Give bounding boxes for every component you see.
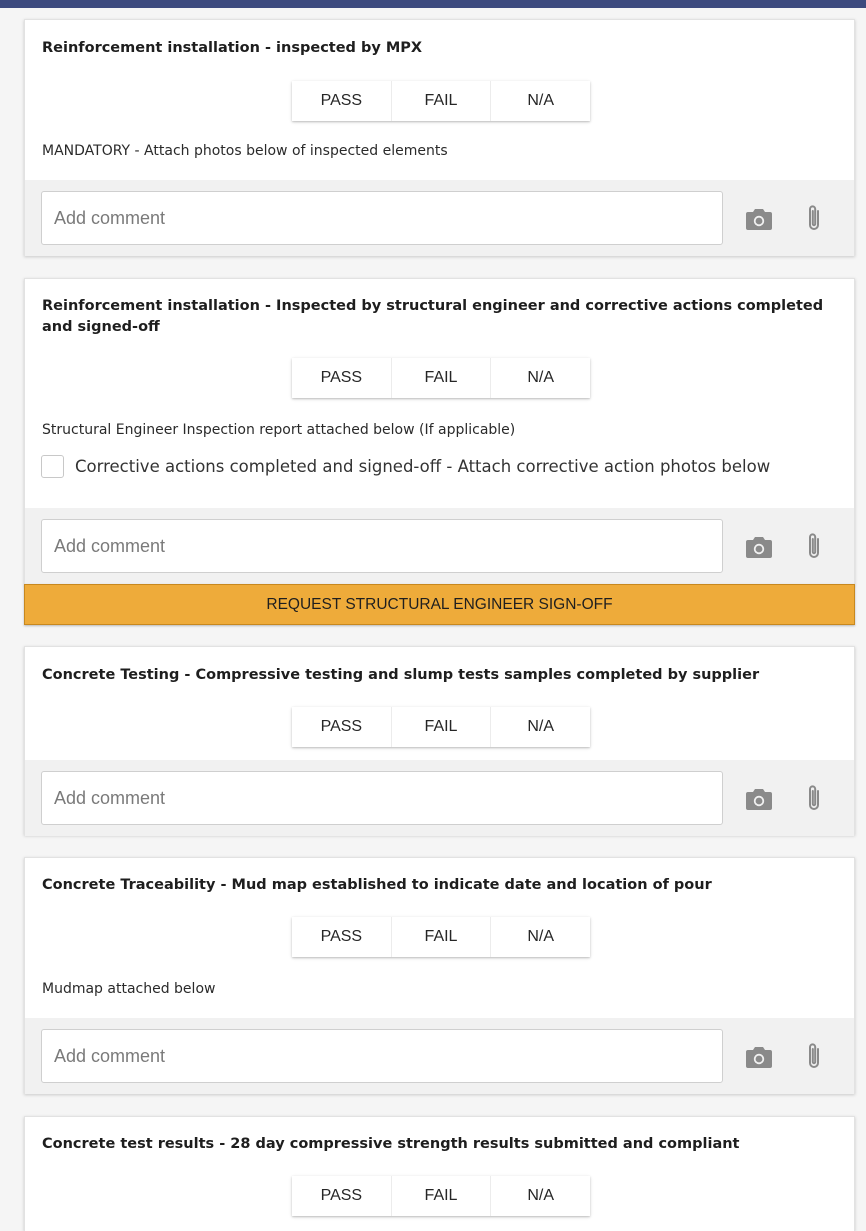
- paperclip-icon[interactable]: [799, 783, 829, 813]
- comment-input[interactable]: [41, 1029, 723, 1083]
- paperclip-icon[interactable]: [799, 531, 829, 561]
- fail-button[interactable]: FAIL: [390, 707, 491, 747]
- pass-button[interactable]: PASS: [292, 358, 391, 398]
- card-note: MANDATORY - Attach photos below of inspe…: [42, 143, 448, 159]
- card-title: Concrete test results - 28 day compressi…: [42, 1136, 740, 1152]
- inspection-card-1: Reinforcement installation - inspected b…: [24, 19, 855, 256]
- pass-fail-na-group: PASS FAIL N/A: [292, 81, 590, 121]
- comment-area: [25, 760, 854, 836]
- camera-icon[interactable]: [744, 204, 774, 234]
- card-title: Reinforcement installation - Inspected b…: [42, 298, 824, 335]
- na-button[interactable]: N/A: [490, 917, 590, 957]
- comment-area: [25, 180, 854, 256]
- fail-button[interactable]: FAIL: [390, 917, 491, 957]
- card-title: Reinforcement installation - inspected b…: [42, 40, 423, 56]
- na-button[interactable]: N/A: [490, 707, 590, 747]
- comment-input[interactable]: [41, 519, 723, 573]
- pass-fail-na-group: PASS FAIL N/A: [292, 1176, 590, 1216]
- camera-icon[interactable]: [744, 784, 774, 814]
- camera-icon[interactable]: [744, 532, 774, 562]
- card-note: Mudmap attached below: [42, 981, 216, 997]
- card-note: Structural Engineer Inspection report at…: [42, 422, 516, 438]
- checkbox-label: Corrective actions completed and signed-…: [75, 457, 771, 476]
- top-header-bar: [0, 0, 866, 8]
- fail-button[interactable]: FAIL: [390, 358, 491, 398]
- pass-button[interactable]: PASS: [292, 917, 391, 957]
- na-button[interactable]: N/A: [490, 1176, 590, 1216]
- camera-icon[interactable]: [744, 1042, 774, 1072]
- fail-button[interactable]: FAIL: [390, 81, 491, 121]
- paperclip-icon[interactable]: [799, 203, 829, 233]
- pass-fail-na-group: PASS FAIL N/A: [292, 358, 590, 398]
- pass-button[interactable]: PASS: [292, 707, 391, 747]
- pass-fail-na-group: PASS FAIL N/A: [292, 917, 590, 957]
- pass-fail-na-group: PASS FAIL N/A: [292, 707, 590, 747]
- pass-button[interactable]: PASS: [292, 1176, 391, 1216]
- card-title: Concrete Traceability - Mud map establis…: [42, 877, 712, 893]
- pass-button[interactable]: PASS: [292, 81, 391, 121]
- request-engineer-signoff-button[interactable]: REQUEST STRUCTURAL ENGINEER SIGN-OFF: [24, 584, 855, 625]
- inspection-card-2: Reinforcement installation - Inspected b…: [24, 278, 855, 585]
- comment-input[interactable]: [41, 191, 723, 245]
- paperclip-icon[interactable]: [799, 1041, 829, 1071]
- fail-button[interactable]: FAIL: [390, 1176, 491, 1216]
- na-button[interactable]: N/A: [490, 358, 590, 398]
- comment-area: [25, 508, 854, 584]
- inspection-card-4: Concrete Traceability - Mud map establis…: [24, 857, 855, 1094]
- na-button[interactable]: N/A: [490, 81, 590, 121]
- corrective-actions-checkbox-row[interactable]: Corrective actions completed and signed-…: [41, 455, 770, 478]
- comment-area: [25, 1018, 854, 1094]
- corrective-actions-checkbox[interactable]: [41, 455, 64, 478]
- card-title: Concrete Testing - Compressive testing a…: [42, 667, 760, 683]
- inspection-card-3: Concrete Testing - Compressive testing a…: [24, 646, 855, 836]
- comment-input[interactable]: [41, 771, 723, 825]
- inspection-card-5: Concrete test results - 28 day compressi…: [24, 1116, 855, 1231]
